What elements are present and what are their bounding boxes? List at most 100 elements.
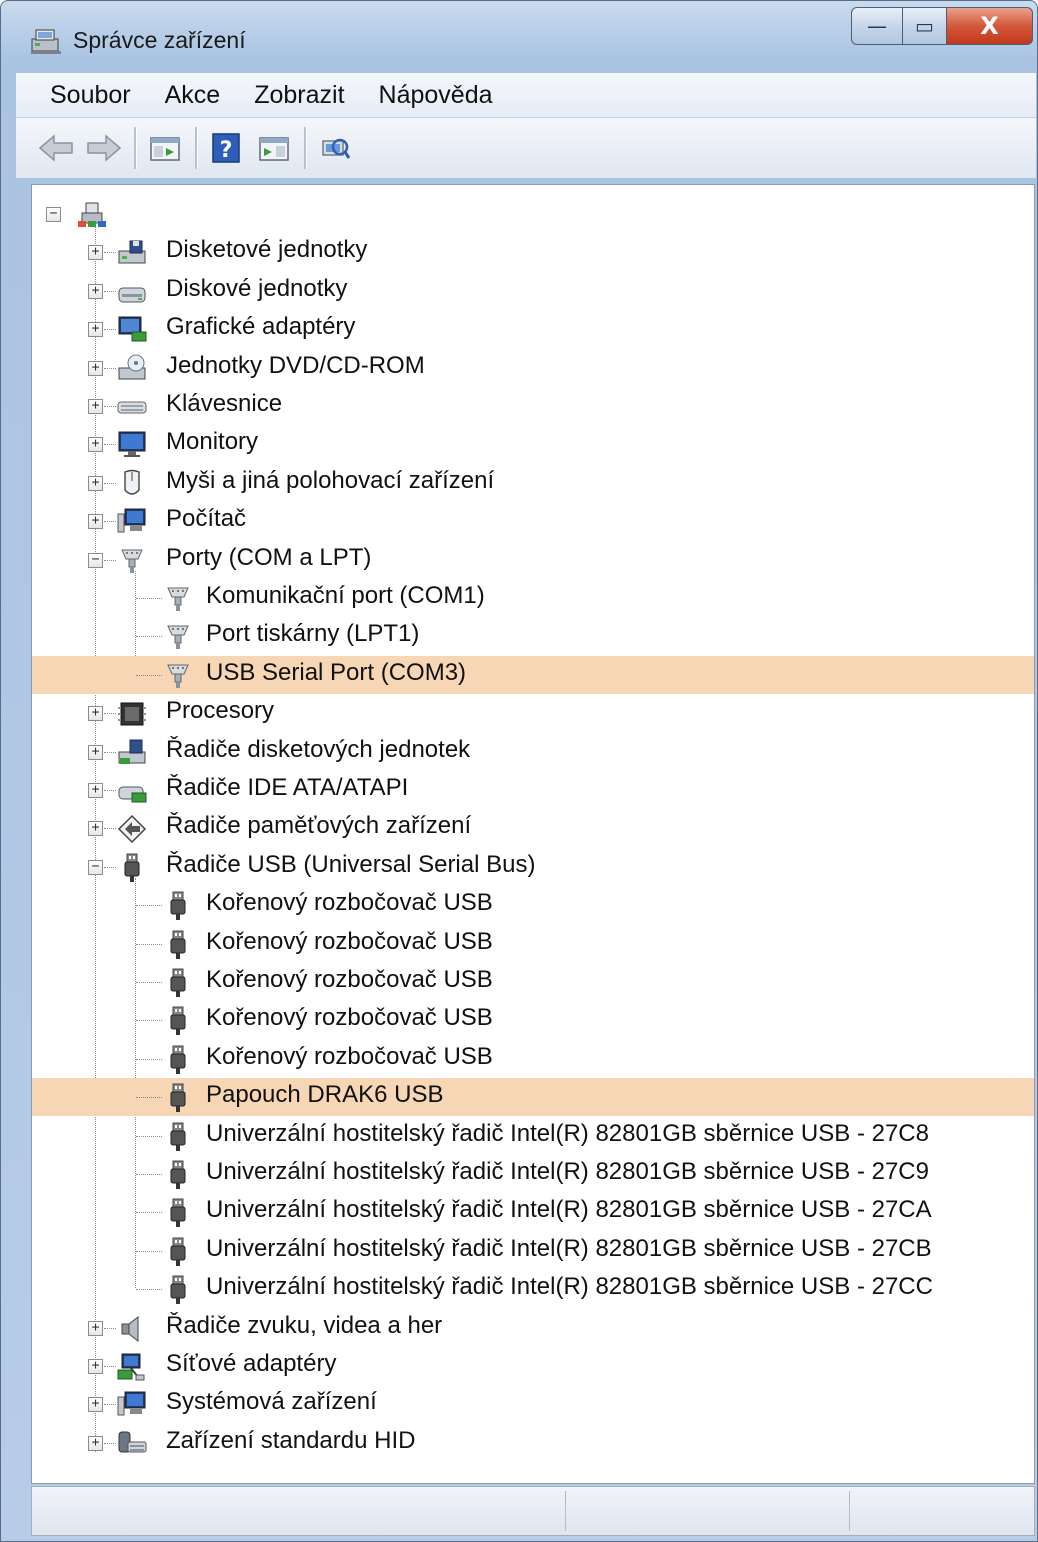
expand-toggle[interactable]: + — [88, 744, 103, 760]
tree-category[interactable]: + Řadiče zvuku, videa a her — [32, 1309, 1034, 1347]
scan-hardware-button[interactable] — [315, 128, 355, 168]
tree-category[interactable]: + Procesory — [32, 694, 1034, 732]
show-hide-console-tree-icon — [150, 137, 180, 161]
expand-toggle[interactable]: + — [88, 1397, 103, 1413]
expand-toggle[interactable]: + — [88, 283, 103, 299]
tree-item-label: Klávesnice — [166, 390, 283, 417]
tree-connector-line — [136, 1097, 162, 1099]
expand-toggle[interactable]: + — [88, 475, 103, 491]
tree-category[interactable]: + Diskové jednotky — [32, 272, 1034, 310]
tree-device[interactable]: Kořenový rozbočovač USB — [32, 925, 1034, 963]
tree-device[interactable]: Univerzální hostitelský řadič Intel(R) 8… — [32, 1193, 1034, 1231]
tree-device[interactable]: USB Serial Port (COM3) — [32, 655, 1034, 694]
usb-icon — [162, 1044, 194, 1074]
tree-device[interactable]: Port tiskárny (LPT1) — [32, 617, 1034, 655]
tree-device[interactable]: Kořenový rozbočovač USB — [32, 1001, 1034, 1039]
help-button[interactable]: ? — [206, 128, 246, 168]
tree-connector-line — [136, 1058, 162, 1060]
port-icon — [116, 545, 148, 575]
expand-toggle[interactable]: + — [88, 514, 103, 530]
tree-device[interactable]: Univerzální hostitelský řadič Intel(R) 8… — [32, 1270, 1034, 1308]
tree-category[interactable]: + Řadiče disketových jednotek — [32, 733, 1034, 771]
tree-category[interactable]: + Jednotky DVD/CD-ROM — [32, 349, 1034, 387]
tree-device[interactable]: Kořenový rozbočovač USB — [32, 963, 1034, 1001]
menu-soubor[interactable]: Soubor — [16, 81, 148, 110]
tree-category[interactable]: + Počítač — [32, 502, 1034, 540]
tree-device[interactable]: Kořenový rozbočovač USB — [32, 886, 1034, 924]
expand-toggle[interactable]: + — [88, 360, 103, 376]
tree-device[interactable]: Papouch DRAK6 USB — [32, 1078, 1034, 1117]
expand-toggle[interactable]: + — [88, 1359, 103, 1374]
tree-item-label: Disketové jednotky — [166, 236, 368, 264]
collapse-toggle[interactable]: − — [88, 552, 103, 568]
console-tree-button[interactable] — [145, 128, 185, 168]
tree-category[interactable]: − Porty (COM a LPT) — [32, 541, 1034, 579]
tree-category[interactable]: + Disketové jednotky — [32, 233, 1034, 271]
tree-item-label: Jednotky DVD/CD-ROM — [166, 351, 425, 379]
status-pane-divider — [849, 1491, 850, 1531]
maximize-button[interactable]: ▭ — [903, 7, 947, 45]
close-button[interactable]: X — [947, 7, 1033, 45]
expand-toggle[interactable]: + — [88, 1435, 103, 1451]
tree-category[interactable]: + Klávesnice — [32, 387, 1034, 425]
tree-item-label: Řadiče zvuku, videa a her — [166, 1311, 443, 1339]
tree-connector-line — [136, 674, 162, 676]
disk-drive-icon — [116, 276, 148, 306]
title-bar[interactable]: Správce zařízení — ▭ X — [1, 1, 1037, 71]
device-tree[interactable]: − + Disketové jednotky + Diskové jednotky + Gr… — [31, 184, 1035, 1484]
expand-toggle[interactable]: + — [88, 399, 103, 414]
tree-device[interactable]: Kořenový rozbočovač USB — [32, 1040, 1034, 1078]
back-arrow-icon — [38, 134, 73, 162]
tree-device[interactable]: Komunikační port (COM1) — [32, 579, 1034, 617]
tree-category[interactable]: + Zařízení standardu HID — [32, 1424, 1034, 1462]
back-button[interactable] — [36, 128, 76, 168]
usb-icon — [116, 852, 148, 882]
tree-connector-line — [104, 866, 116, 868]
tree-connector-line — [104, 559, 116, 561]
menu-zobrazit[interactable]: Zobrazit — [237, 81, 361, 110]
tree-category[interactable]: + Systémová zařízení — [32, 1385, 1034, 1423]
tree-category[interactable]: + Grafické adaptéry — [32, 310, 1034, 348]
tree-item-label: Řadiče IDE ATA/ATAPI — [166, 774, 409, 801]
floppy-drive-icon — [116, 237, 148, 267]
menu-akce[interactable]: Akce — [148, 81, 238, 110]
tree-device[interactable]: Univerzální hostitelský řadič Intel(R) 8… — [32, 1155, 1034, 1193]
expand-toggle[interactable]: + — [88, 1320, 103, 1336]
expand-toggle[interactable]: + — [88, 706, 103, 722]
tree-category[interactable]: + Monitory — [32, 425, 1034, 463]
expand-toggle[interactable]: + — [88, 821, 103, 837]
forward-button[interactable] — [84, 128, 124, 168]
tree-connector-line — [136, 943, 162, 945]
tree-item-label: Kořenový rozbočovač USB — [206, 927, 493, 955]
status-bar — [31, 1486, 1035, 1536]
tree-connector-line — [136, 598, 162, 599]
tree-item-label: Zařízení standardu HID — [166, 1426, 416, 1454]
tree-item-label: Monitory — [166, 428, 259, 456]
expand-toggle[interactable]: + — [88, 322, 103, 338]
tree-item-label: Univerzální hostitelský řadič Intel(R) 8… — [206, 1273, 933, 1301]
minimize-button[interactable]: — — [851, 7, 903, 45]
tree-category[interactable]: − Řadiče USB (Universal Serial Bus) — [32, 848, 1034, 886]
tree-connector-line — [136, 1020, 162, 1022]
help-icon: ? — [212, 133, 240, 163]
menu-napoveda[interactable]: Nápověda — [362, 81, 510, 110]
port-icon — [162, 621, 194, 651]
tree-device[interactable]: Univerzální hostitelský řadič Intel(R) 8… — [32, 1232, 1034, 1270]
tree-item-label: Univerzální hostitelský řadič Intel(R) 8… — [206, 1119, 929, 1147]
tree-root[interactable]: − — [32, 195, 1034, 233]
usb-icon — [162, 1121, 194, 1151]
collapse-toggle[interactable]: − — [88, 859, 103, 875]
usb-icon — [162, 1236, 194, 1266]
tree-connector-line — [104, 367, 116, 369]
tree-category[interactable]: + Řadiče IDE ATA/ATAPI — [32, 771, 1034, 809]
tree-category[interactable]: + Řadiče paměťových zařízení — [32, 809, 1034, 847]
action-pane-button[interactable] — [254, 128, 294, 168]
expand-toggle[interactable]: + — [88, 437, 103, 453]
tree-category[interactable]: + Myši a jiná polohovací zařízení — [32, 464, 1034, 502]
tree-category[interactable]: + Síťové adaptéry — [32, 1347, 1034, 1385]
expand-toggle[interactable]: + — [88, 783, 103, 798]
expand-toggle[interactable]: + — [88, 245, 103, 261]
tree-item-label: Kořenový rozbočovač USB — [206, 889, 493, 917]
collapse-toggle[interactable]: − — [46, 207, 61, 222]
tree-device[interactable]: Univerzální hostitelský řadič Intel(R) 8… — [32, 1117, 1034, 1155]
